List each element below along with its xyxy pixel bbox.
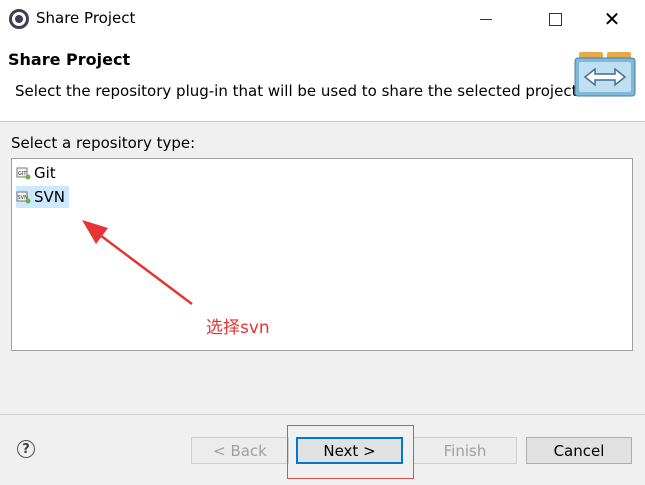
annotation-text: 选择svn: [206, 318, 270, 338]
annotation-arrow: [82, 220, 193, 305]
finish-button[interactable]: Finish: [413, 437, 517, 464]
help-button[interactable]: ?: [17, 440, 35, 458]
next-button-highlight: [287, 425, 414, 479]
back-button[interactable]: < Back: [191, 437, 289, 464]
cancel-button[interactable]: Cancel: [526, 437, 632, 464]
help-icon: ?: [22, 441, 30, 457]
button-bar-separator: [0, 414, 645, 415]
